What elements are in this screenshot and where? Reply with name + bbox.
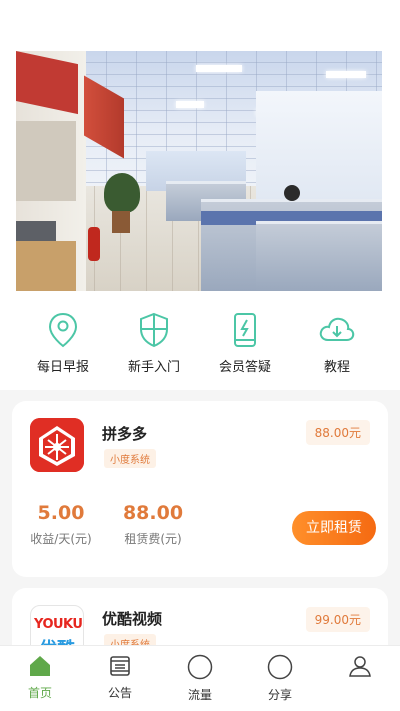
income-stat: 5.00 收益/天(元): [26, 502, 96, 547]
notice-icon: [110, 656, 130, 676]
system-tag: 小度系统: [104, 449, 156, 468]
tab-home[interactable]: 首页: [10, 654, 70, 706]
price-badge: 99.00元: [305, 607, 370, 632]
product-name: 拼多多: [102, 425, 148, 443]
quick-link-tutorial[interactable]: 教程: [292, 312, 382, 378]
quick-link-daily-news[interactable]: 每日早报: [18, 312, 108, 378]
quick-link-label: 新手入门: [127, 360, 180, 375]
price-badge: 88.00元: [305, 420, 370, 445]
shield-icon: [140, 312, 168, 348]
tab-label: 首页: [27, 686, 52, 700]
home-icon: [30, 656, 50, 676]
rent-fee-label: 租赁费(元): [124, 532, 182, 546]
tab-label: 流量: [187, 688, 212, 702]
circle-icon: [267, 654, 293, 680]
quick-link-member-faq[interactable]: 会员答疑: [200, 312, 290, 378]
pinduoduo-logo: [30, 418, 84, 472]
cloud-download-icon: [319, 317, 355, 341]
income-label: 收益/天(元): [30, 532, 92, 546]
quick-link-label: 每日早报: [36, 360, 89, 375]
status-bar: [0, 0, 400, 40]
quick-link-beginner[interactable]: 新手入门: [109, 312, 199, 378]
quick-link-label: 教程: [323, 360, 350, 375]
user-icon: [349, 656, 371, 677]
quick-link-label: 会员答疑: [218, 360, 271, 375]
tab-share[interactable]: 分享: [250, 654, 310, 706]
tab-label: 分享: [267, 688, 292, 702]
location-pin-icon: [48, 312, 78, 348]
tab-notice[interactable]: 公告: [90, 654, 150, 706]
income-value: 5.00: [37, 502, 85, 524]
tab-profile[interactable]: [330, 654, 390, 706]
circle-icon: [187, 654, 213, 680]
banner-carousel[interactable]: [16, 51, 382, 291]
tab-traffic[interactable]: 流量: [170, 654, 230, 706]
rent-now-button[interactable]: 立即租赁: [292, 511, 376, 545]
rent-fee-value: 88.00: [122, 502, 184, 524]
bottom-tab-bar: 首页 公告 流量 分享: [0, 645, 400, 711]
rent-fee-stat: 88.00 租赁费(元): [118, 502, 188, 547]
product-card-pinduoduo[interactable]: 拼多多 小度系统 88.00元 5.00 收益/天(元) 88.00 租赁费(元…: [12, 401, 388, 577]
product-name: 优酷视频: [102, 610, 163, 628]
tab-label: 公告: [107, 686, 132, 700]
phone-bolt-icon: [234, 313, 256, 347]
